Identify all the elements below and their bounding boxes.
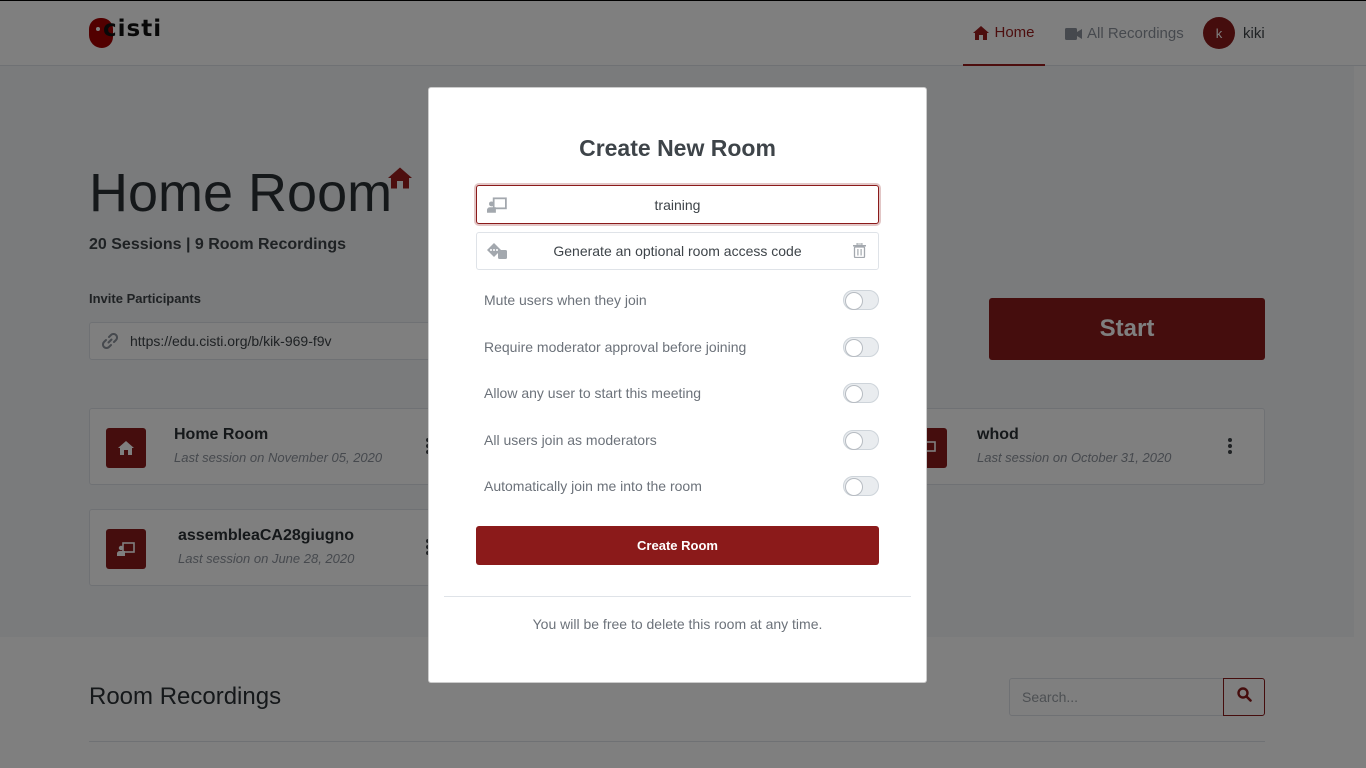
room-name-input[interactable] (477, 186, 878, 223)
modal-title: Create New Room (579, 135, 776, 161)
option-label: Automatically join me into the room (484, 478, 702, 494)
access-code-text: Generate an optional room access code (553, 243, 802, 259)
trash-icon[interactable] (853, 242, 866, 263)
create-room-modal: Create New Room Generate an optional roo… (428, 87, 927, 683)
dice-icon (487, 243, 507, 264)
option-mute-on-join: Mute users when they join (484, 288, 879, 312)
option-label: Mute users when they join (484, 292, 647, 308)
require-approval-toggle[interactable] (843, 337, 879, 357)
anyone-can-start-toggle[interactable] (843, 383, 879, 403)
option-auto-join: Automatically join me into the room (484, 474, 879, 498)
all-moderators-toggle[interactable] (843, 430, 879, 450)
modal-divider (444, 596, 911, 597)
chalkboard-teacher-icon (487, 197, 507, 218)
mute-on-join-toggle[interactable] (843, 290, 879, 310)
option-anyone-can-start: Allow any user to start this meeting (484, 381, 879, 405)
access-code-field[interactable]: Generate an optional room access code (476, 232, 879, 270)
option-label: Allow any user to start this meeting (484, 385, 702, 401)
option-label: All users join as moderators (484, 432, 657, 448)
modal-footer-text: You will be free to delete this room at … (532, 616, 823, 632)
option-label: Require moderator approval before joinin… (484, 339, 747, 355)
room-name-field[interactable] (476, 185, 879, 224)
option-all-moderators: All users join as moderators (484, 428, 879, 452)
create-room-button[interactable]: Create Room (476, 526, 879, 565)
option-require-approval: Require moderator approval before joinin… (484, 335, 879, 359)
auto-join-toggle[interactable] (843, 476, 879, 496)
